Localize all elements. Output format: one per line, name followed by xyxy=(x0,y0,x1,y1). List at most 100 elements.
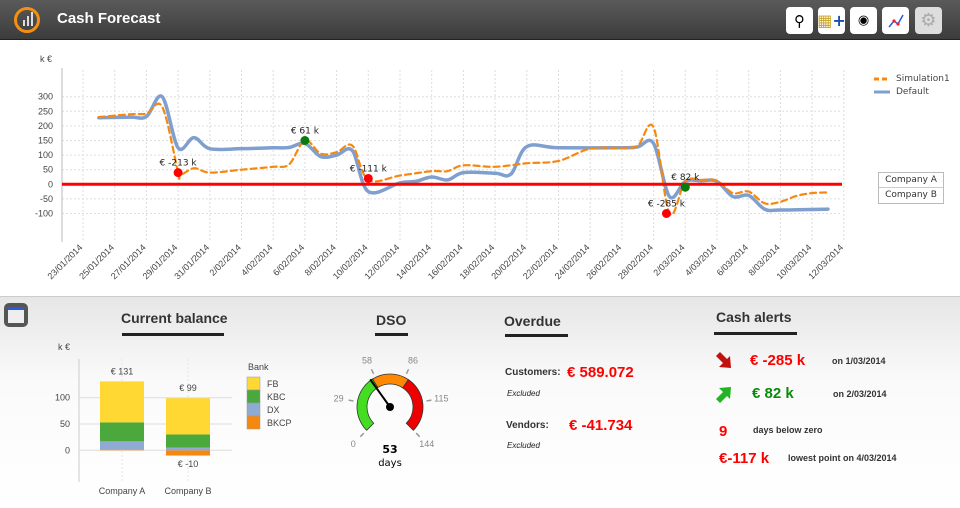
x-category-label: Company A xyxy=(99,486,146,496)
y-tick-label: 100 xyxy=(38,150,53,160)
cash-forecast-chart: k €300250200150100500-50-10023/01/201425… xyxy=(35,54,845,281)
x-category-label: Company B xyxy=(164,486,211,496)
gauge-band xyxy=(402,379,424,431)
legend-label: Default xyxy=(896,86,929,97)
lowest-point-label: lowest point on 4/03/2014 xyxy=(788,453,897,463)
overdue-title: Overdue xyxy=(504,313,561,329)
company-a-button[interactable]: Company A xyxy=(879,173,943,188)
gauge-tick-label: 58 xyxy=(362,355,372,365)
chart-legend: Simulation1 Default xyxy=(874,72,950,98)
y-tick-label: 300 xyxy=(38,92,53,102)
solid-line-icon xyxy=(874,90,890,93)
alert-marker xyxy=(300,136,310,145)
lowest-alert-date: on 1/03/2014 xyxy=(832,356,886,366)
legend-label: Simulation1 xyxy=(896,73,950,84)
arrow-down-red-icon xyxy=(716,352,731,368)
gauge-band xyxy=(372,373,409,389)
bar-segment-kbc xyxy=(100,422,144,442)
gauge-tick-label: 115 xyxy=(434,394,448,404)
bar-segment-dx xyxy=(100,441,144,450)
customers-note: Excluded xyxy=(507,389,540,398)
vendors-overdue-value: € -41.734 xyxy=(569,417,633,434)
bar-segment-bkcp xyxy=(166,450,210,456)
x-tick-label: 6/03/2014 xyxy=(715,242,750,277)
arrow-up-green-icon xyxy=(716,387,731,403)
gauge-hub xyxy=(386,403,394,411)
y-axis-label: k € xyxy=(40,54,52,64)
title-underline xyxy=(505,334,568,337)
bar-total-label: € 99 xyxy=(179,383,197,393)
bar-segment-kbc xyxy=(166,434,210,448)
dashboard-panel: Current balance k €100 50 0 € 131 Company A €… xyxy=(0,296,960,507)
gauge-tick xyxy=(405,368,410,375)
alert-marker xyxy=(680,182,690,192)
vendors-label: Vendors: xyxy=(506,420,549,431)
gauge-tick-label: 86 xyxy=(408,355,418,365)
days-below-zero-label: days below zero xyxy=(753,425,823,435)
bar-segment-bkcp xyxy=(100,449,144,451)
gauge-tick xyxy=(415,432,421,438)
bar-segment-fb xyxy=(166,398,210,435)
legend-swatch xyxy=(246,402,261,417)
y-tick-label: 0 xyxy=(48,179,53,189)
legend-swatch xyxy=(246,376,261,391)
customers-label: Customers: xyxy=(505,367,561,378)
gauge-tick xyxy=(348,399,354,402)
gauge-tick-label: 0 xyxy=(351,439,356,449)
series-line-default xyxy=(97,94,830,213)
x-tick-label: 2/03/2014 xyxy=(651,242,686,277)
gauge-tick xyxy=(370,368,375,375)
y-tick-label: -50 xyxy=(40,194,53,204)
alert-marker xyxy=(173,168,183,178)
y-tick-label: 50 xyxy=(43,165,53,175)
bar-segment-fb xyxy=(100,381,144,423)
bar-total-label: € 131 xyxy=(111,366,134,376)
marker-label: € -285 k xyxy=(648,200,686,210)
gauge-tick-label: 144 xyxy=(419,439,434,449)
x-tick-label: 6/02/2014 xyxy=(271,242,306,277)
company-filter: Company A Company B xyxy=(878,172,944,204)
lowest-alert-value: € -285 k xyxy=(750,352,806,369)
legend-label: BKCP xyxy=(267,418,292,428)
days-below-zero-value: 9 xyxy=(719,423,728,440)
company-b-button[interactable]: Company B xyxy=(879,188,943,203)
legend-label: KBC xyxy=(267,392,286,402)
y-tick-label: 50 xyxy=(60,419,70,429)
legend-label: DX xyxy=(267,405,280,415)
legend-swatch xyxy=(246,389,261,404)
y-tick-label: 100 xyxy=(55,393,70,403)
highest-alert-date: on 2/03/2014 xyxy=(833,389,887,399)
alert-marker xyxy=(363,173,373,183)
title-underline xyxy=(375,333,408,336)
y-tick-label: 0 xyxy=(65,445,70,455)
legend-title: Bank xyxy=(248,362,269,372)
legend-item-simulation1[interactable]: Simulation1 xyxy=(874,72,950,85)
y-axis-label: k € xyxy=(58,342,70,352)
x-tick-label: 2/02/2014 xyxy=(208,242,243,277)
dashed-line-icon xyxy=(874,77,890,80)
x-tick-label: 4/02/2014 xyxy=(239,242,274,277)
customers-overdue-value: € 589.072 xyxy=(567,364,634,381)
dso-title: DSO xyxy=(376,312,407,328)
legend-item-default[interactable]: Default xyxy=(874,85,950,98)
title-underline xyxy=(714,332,797,335)
dso-unit: days xyxy=(378,458,402,469)
vendors-note: Excluded xyxy=(507,441,540,450)
cash-alerts-title: Cash alerts xyxy=(716,309,792,325)
gauge-tick xyxy=(359,432,365,438)
dso-value: 53 xyxy=(382,443,398,456)
y-tick-label: -100 xyxy=(35,209,53,219)
y-tick-label: 200 xyxy=(38,121,53,131)
gauge-tick xyxy=(426,399,432,402)
bar-segment-dx xyxy=(166,447,210,451)
legend-swatch xyxy=(246,415,261,430)
legend-label: FB xyxy=(267,379,279,389)
gauge-tick-label: 29 xyxy=(334,394,344,404)
marker-label: € 82 k xyxy=(671,173,700,183)
marker-label: € 61 k xyxy=(291,127,320,137)
y-tick-label: 250 xyxy=(38,106,53,116)
alert-marker xyxy=(661,209,671,218)
marker-label: € -213 k xyxy=(160,159,198,169)
highest-alert-value: € 82 k xyxy=(752,385,794,402)
marker-label: € -111 k xyxy=(350,164,388,174)
